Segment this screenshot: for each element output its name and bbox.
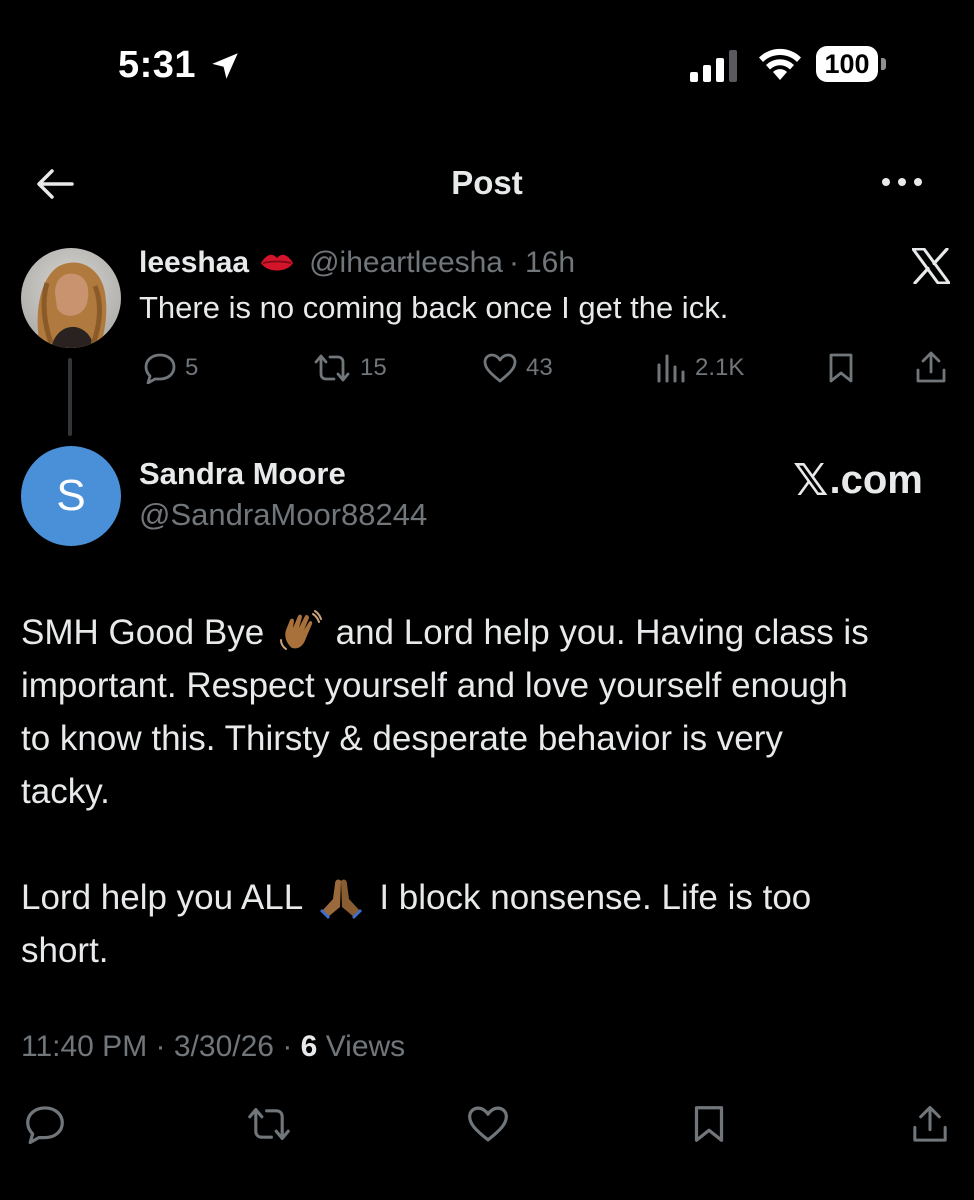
quoted-like-button[interactable]: 43: [482, 352, 553, 384]
quoted-post-header: leeshaa @iheartleesha · 16h: [139, 246, 575, 280]
watermark-x-glyph: 𝕏: [793, 456, 829, 505]
post-text-segment: and Lord help you. Having class is: [335, 613, 869, 652]
quoted-repost-button[interactable]: 15: [312, 352, 387, 384]
meta-separator: ·: [282, 1030, 293, 1063]
meta-separator: ·: [155, 1030, 166, 1063]
post-line: Lord help you ALL I block nonsense. Life…: [21, 871, 956, 924]
post-line: short.: [21, 931, 109, 970]
reply-button[interactable]: [24, 1104, 66, 1144]
like-button[interactable]: [466, 1104, 510, 1144]
bookmark-icon: [826, 352, 856, 384]
post-date[interactable]: 3/30/26: [174, 1030, 274, 1063]
waving-hand-emoji-icon: [278, 609, 322, 654]
battery-nub: [881, 58, 886, 70]
post-text-segment: I block nonsense. Life is too: [379, 878, 812, 917]
post-line: tacky.: [21, 772, 110, 811]
repost-icon: [245, 1104, 293, 1144]
post-line: to know this. Thirsty & desperate behavi…: [21, 719, 783, 758]
leeshaa-avatar[interactable]: [21, 248, 121, 348]
location-arrow-icon: [208, 49, 242, 83]
post-line: SMH Good Bye and Lord help you. Having c…: [21, 606, 956, 659]
watermark-domain: .com: [829, 458, 923, 502]
repost-button[interactable]: [245, 1104, 293, 1144]
quoted-author-name[interactable]: leeshaa: [139, 246, 249, 280]
x-logo-icon: [912, 248, 950, 284]
reply-count: 5: [185, 354, 199, 381]
sandra-avatar[interactable]: S: [21, 446, 121, 546]
page-title: Post: [451, 164, 523, 201]
share-button[interactable]: [910, 1104, 950, 1146]
analytics-bars-icon: [655, 352, 687, 384]
share-icon: [910, 1104, 950, 1146]
quoted-bookmark-button[interactable]: [826, 352, 856, 384]
reply-icon: [24, 1104, 66, 1144]
bookmark-icon: [690, 1104, 728, 1144]
more-options-button[interactable]: [878, 172, 926, 192]
post-meta: 11:40 PM · 3/30/26 · 6 Views: [21, 1030, 405, 1064]
battery-indicator: 100: [816, 46, 878, 82]
post-text-segment: Lord help you ALL: [21, 878, 302, 917]
wifi-icon: [756, 46, 804, 82]
like-count: 43: [526, 354, 553, 381]
header-separator: ·: [509, 246, 519, 279]
lips-emoji-icon: [259, 251, 295, 275]
x-com-watermark: 𝕏 .com: [793, 455, 923, 506]
heart-icon: [466, 1104, 510, 1144]
repost-icon: [312, 352, 352, 384]
folded-hands-emoji-icon: [316, 875, 366, 919]
quoted-post-text: There is no coming back once I get the i…: [139, 290, 729, 325]
cellular-signal-icon: [690, 50, 742, 82]
post-views-count[interactable]: 6: [301, 1030, 318, 1063]
quoted-post-age[interactable]: 16h: [525, 246, 575, 280]
main-author-handle[interactable]: @SandraMoor88244: [139, 497, 427, 533]
post-line: important. Respect yourself and love you…: [21, 666, 848, 705]
post-time[interactable]: 11:40 PM: [21, 1030, 147, 1063]
main-post-text: SMH Good Bye and Lord help you. Having c…: [21, 606, 956, 977]
reply-icon: [143, 352, 177, 384]
heart-icon: [482, 352, 518, 384]
status-time: 5:31: [118, 44, 197, 86]
bookmark-button[interactable]: [690, 1104, 728, 1144]
main-author-name[interactable]: Sandra Moore: [139, 456, 346, 492]
quoted-share-button[interactable]: [914, 350, 948, 386]
quoted-reply-button[interactable]: 5: [143, 352, 198, 384]
quoted-views-button[interactable]: 2.1K: [655, 352, 744, 384]
thread-connector-line: [68, 358, 72, 436]
views-count: 2.1K: [695, 354, 745, 381]
share-icon: [914, 350, 948, 386]
repost-count: 15: [360, 354, 387, 381]
post-text-segment: SMH Good Bye: [21, 613, 265, 652]
quoted-author-handle[interactable]: @iheartleesha: [309, 246, 503, 280]
post-views-label[interactable]: Views: [326, 1030, 405, 1063]
